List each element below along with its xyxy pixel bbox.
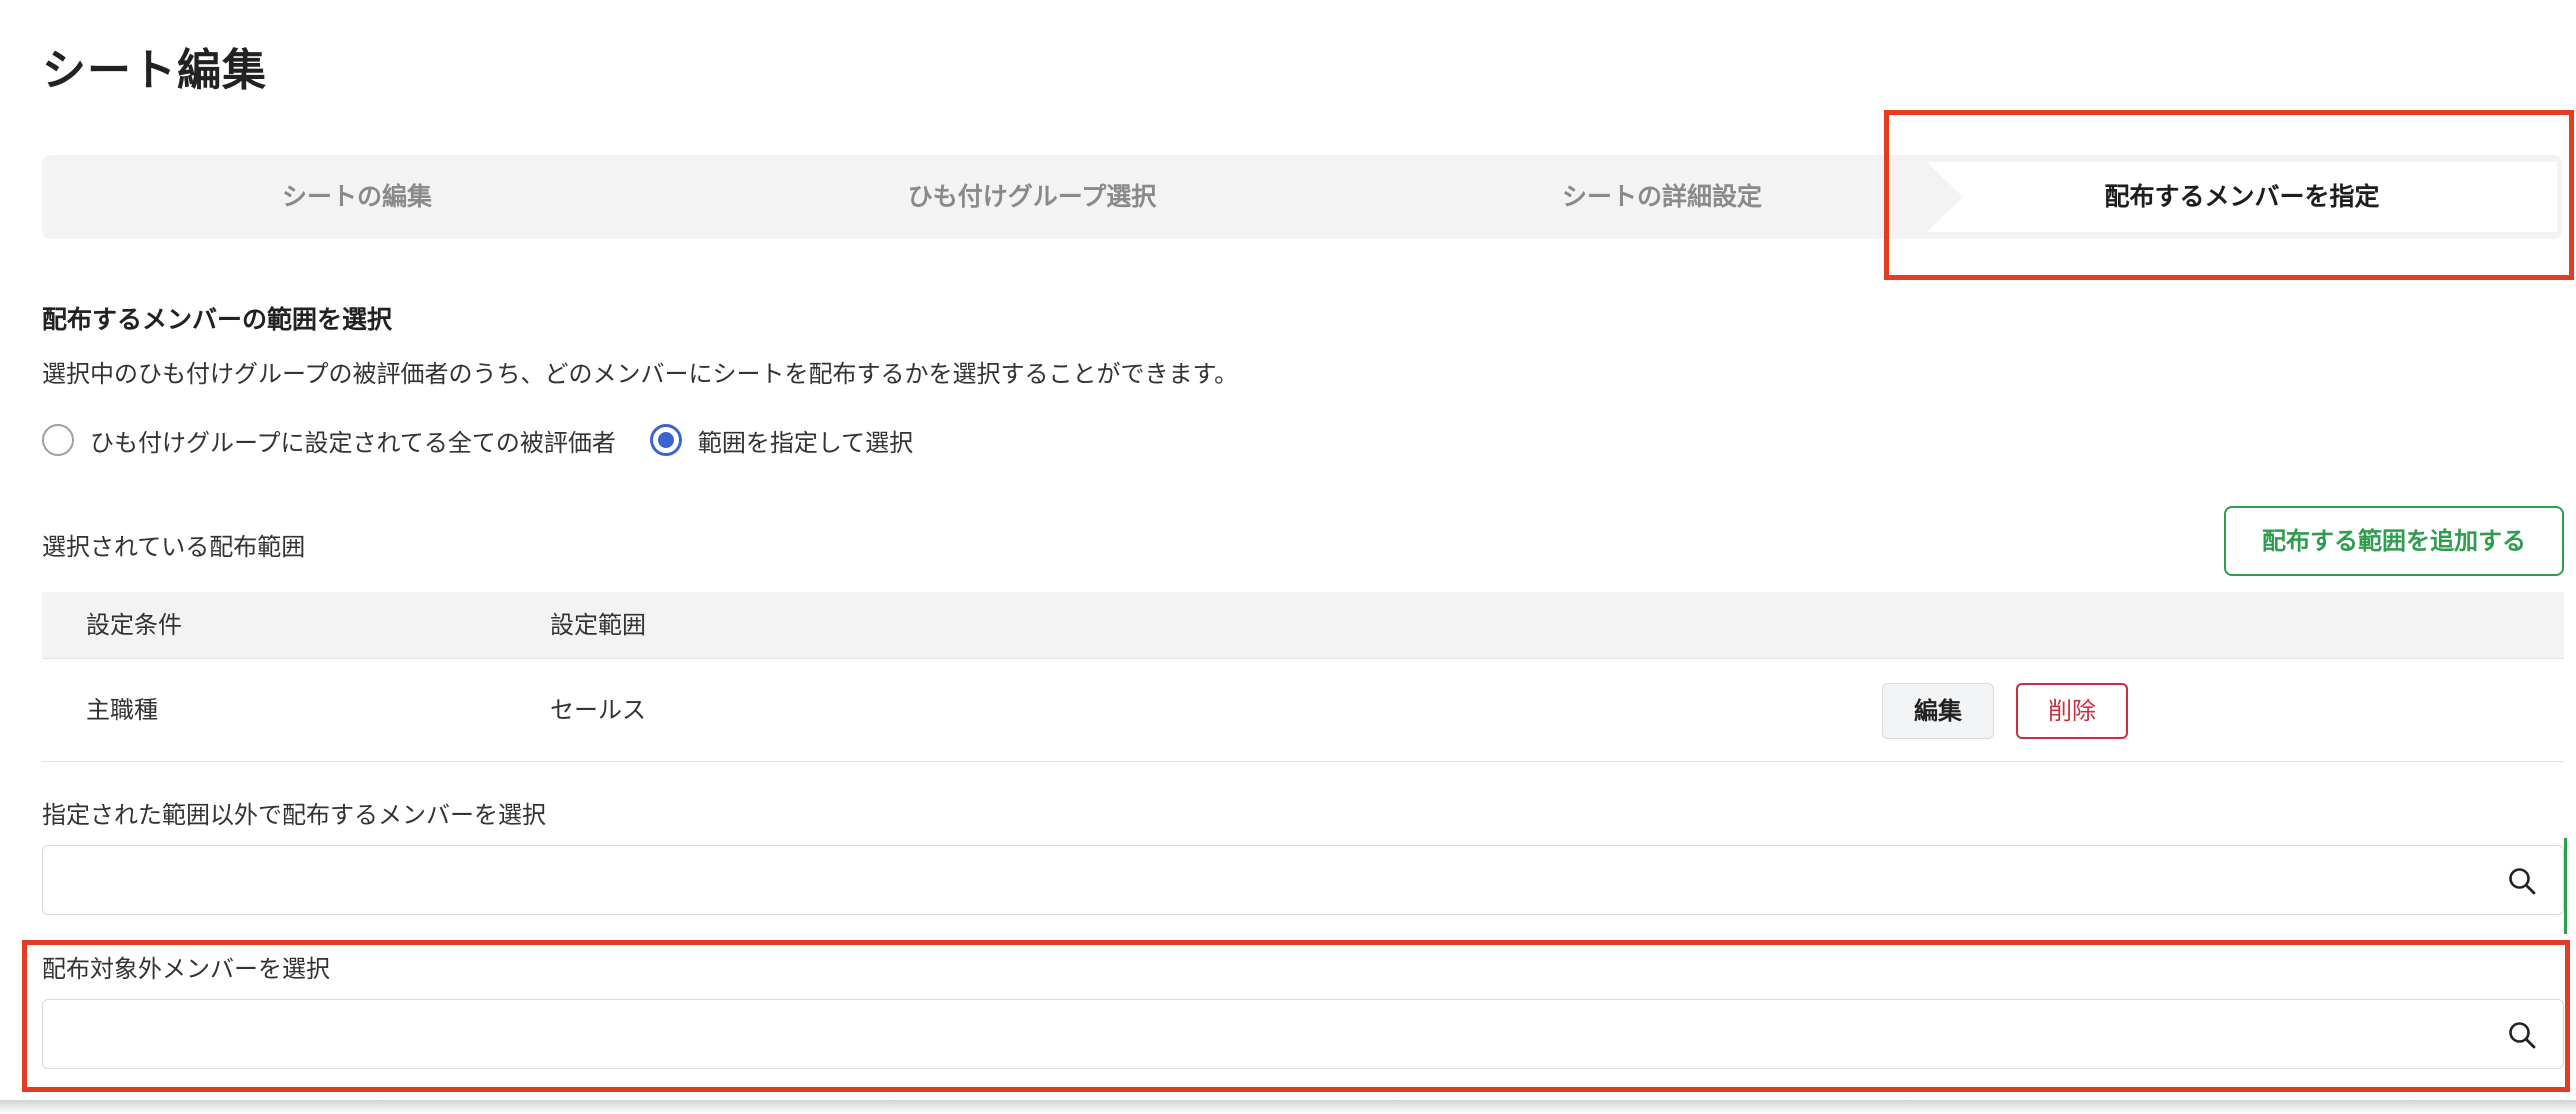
column-header-condition: 設定条件 [86,611,182,639]
selected-range-label: 選択されている配布範囲 [42,533,306,561]
scope-heading: 配布するメンバーの範囲を選択 [42,305,393,334]
excluded-members-label: 配布対象外メンバーを選択 [42,955,330,983]
add-range-button[interactable]: 配布する範囲を追加する [2224,506,2564,576]
radio-all-label: ひも付けグループに設定されてる全ての被評価者 [90,428,616,457]
scope-description: 選択中のひも付けグループの被評価者のうち、どのメンバーにシートを配布するかを選択… [42,360,1239,388]
row-range: セールス [550,696,646,724]
step-member-assign[interactable]: 配布するメンバーを指定 [1927,162,2557,232]
step-chevron-shape [1927,162,1963,232]
sheet-edit-page: シート編集 シートの編集 ひも付けグループ選択 シートの詳細設定 配布するメンバ… [0,0,2576,1114]
radio-option-all[interactable]: ひも付けグループに設定されてる全ての被評価者 [42,423,616,458]
search-icon[interactable] [2507,1020,2537,1050]
extra-members-search-input[interactable] [43,846,2483,914]
stepper: シートの編集 ひも付けグループ選択 シートの詳細設定 配布するメンバーを指定 [42,155,2562,239]
page-title: シート編集 [42,45,267,96]
scope-radio-group: ひも付けグループに設定されてる全ての被評価者 範囲を指定して選択 [42,420,947,460]
radio-option-range[interactable]: 範囲を指定して選択 [649,423,914,458]
excluded-members-search-field[interactable] [42,999,2564,1069]
radio-range-label: 範囲を指定して選択 [697,428,914,457]
column-header-range: 設定範囲 [550,611,646,639]
row-condition: 主職種 [86,696,158,724]
step-detail-settings[interactable]: シートの詳細設定 [1292,155,2032,239]
search-icon[interactable] [2507,866,2537,896]
step-sheet-edit[interactable]: シートの編集 [42,155,672,239]
radio-all-icon[interactable] [42,424,74,456]
table-row: 主職種 セールス 編集 削除 [42,659,2564,762]
focus-edge-indicator [2564,838,2567,934]
range-table-header: 設定条件 設定範囲 [42,592,2564,659]
extra-members-label: 指定された範囲以外で配布するメンバーを選択 [42,801,546,829]
window-bottom-edge [0,1100,2576,1114]
step-group-select[interactable]: ひも付けグループ選択 [672,155,1392,239]
delete-button[interactable]: 削除 [2016,683,2128,739]
radio-range-icon[interactable] [649,424,682,456]
excluded-members-search-input[interactable] [43,1000,2483,1068]
edit-button[interactable]: 編集 [1882,683,1994,739]
extra-members-search-field[interactable] [42,845,2564,915]
